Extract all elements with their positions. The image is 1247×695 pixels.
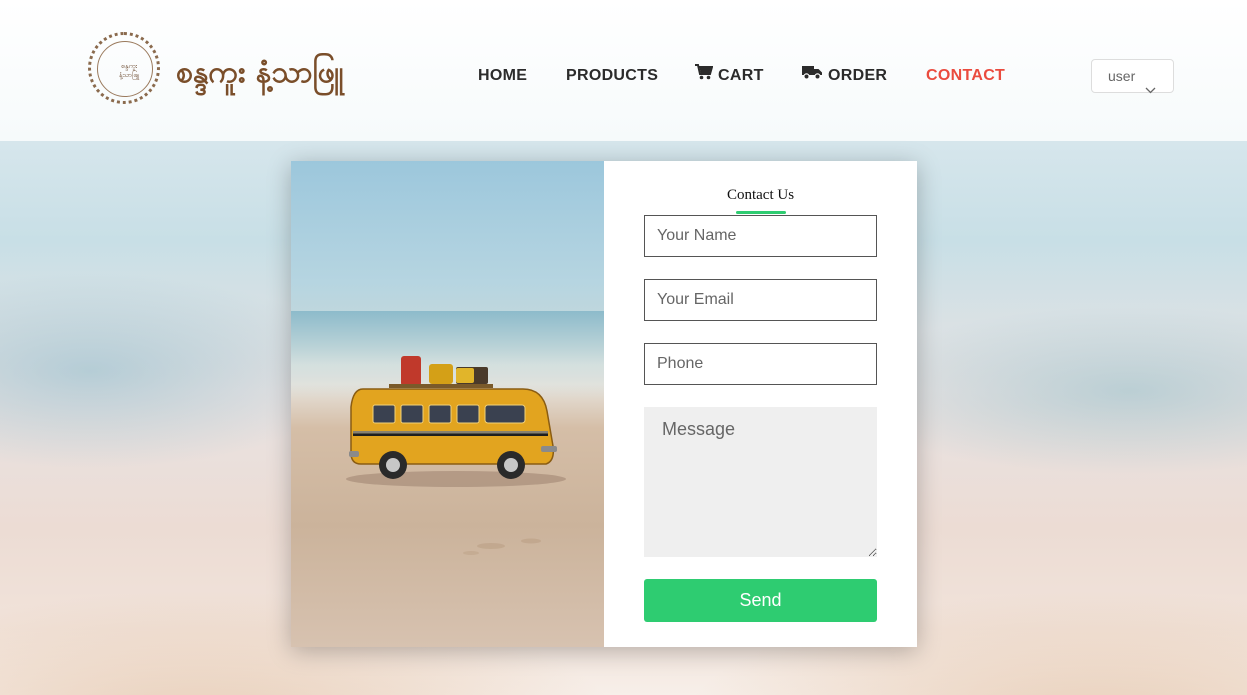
email-field[interactable] bbox=[644, 279, 877, 321]
send-button[interactable]: Send bbox=[644, 579, 877, 622]
site-header: စန္ဒကူး နံ့သာဖြူ စန္ဒကူး နံ့သာဖြူ HOME P… bbox=[0, 0, 1247, 141]
truck-icon bbox=[802, 63, 823, 89]
chevron-down-icon bbox=[1145, 73, 1156, 105]
phone-field[interactable] bbox=[644, 343, 877, 385]
brand-logo[interactable]: စန္ဒကူး နံ့သာဖြူ စန္ဒကူး နံ့သာဖြူ bbox=[86, 30, 381, 110]
nav-cart-label: CART bbox=[718, 67, 764, 85]
name-field[interactable] bbox=[644, 215, 877, 257]
logo-mini-text: စန္ဒကူး နံ့သာဖြူ bbox=[118, 62, 140, 79]
cart-icon bbox=[695, 63, 714, 89]
nav-home-label: HOME bbox=[478, 67, 528, 84]
nav-contact[interactable]: CONTACT bbox=[926, 63, 1005, 89]
nav-home[interactable]: HOME bbox=[478, 63, 527, 89]
nav-products[interactable]: PRODUCTS bbox=[566, 63, 658, 89]
user-dropdown-label: user bbox=[1108, 68, 1136, 84]
contact-card: Contact Us Send bbox=[291, 161, 917, 647]
nav-cart[interactable]: CART bbox=[695, 63, 764, 89]
brand-name: စန္ဒကူး နံ့သာဖြူ bbox=[176, 55, 344, 90]
logo-wreath-icon: စန္ဒကူး နံ့သာဖြူ bbox=[88, 32, 160, 104]
form-title: Contact Us bbox=[726, 187, 795, 203]
toy-bus-illustration bbox=[346, 356, 566, 555]
nav-contact-label: CONTACT bbox=[926, 67, 1006, 84]
nav-products-label: PRODUCTS bbox=[566, 67, 659, 84]
nav-order[interactable]: ORDER bbox=[802, 63, 887, 89]
toy-bus-beach-photo bbox=[291, 161, 604, 647]
user-dropdown[interactable]: user bbox=[1091, 59, 1174, 94]
title-underline bbox=[736, 211, 786, 214]
nav-order-label: ORDER bbox=[828, 67, 888, 85]
message-field[interactable] bbox=[644, 407, 877, 557]
contact-form: Contact Us Send bbox=[604, 161, 917, 647]
